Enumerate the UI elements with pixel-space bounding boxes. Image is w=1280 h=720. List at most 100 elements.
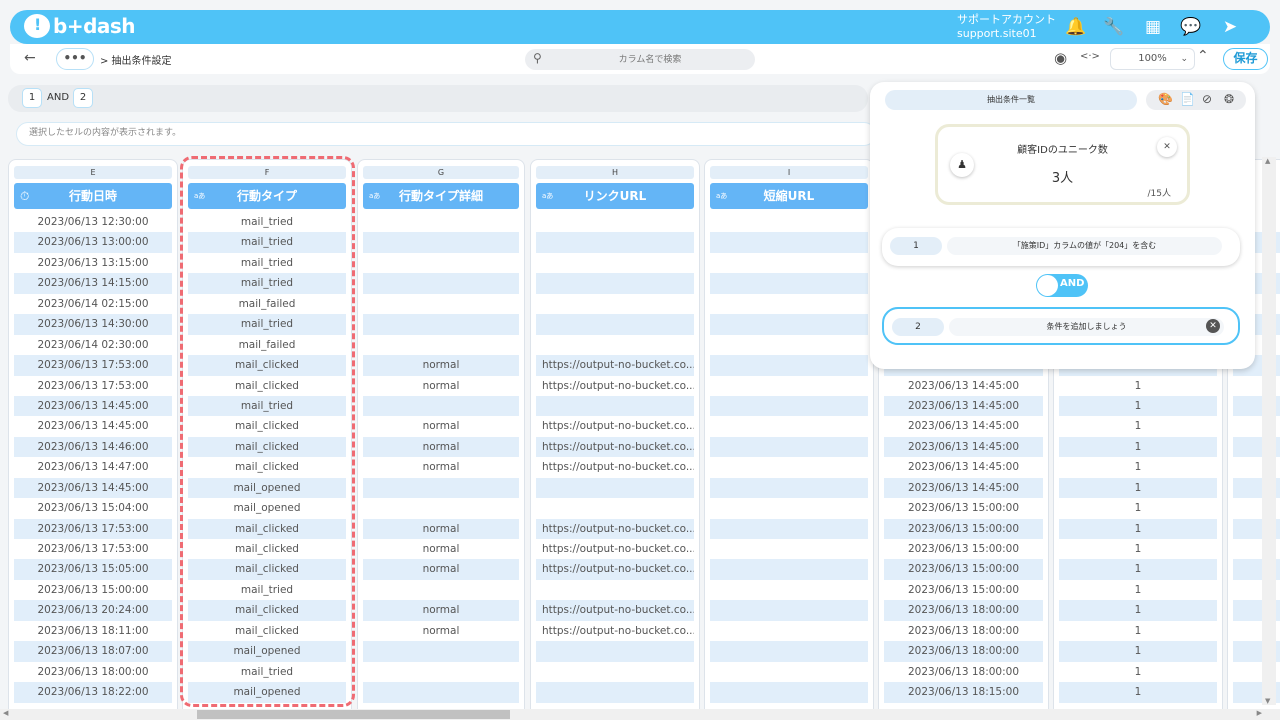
table-cell[interactable] [710,212,868,232]
table-cell[interactable] [710,518,868,539]
table-cell[interactable]: 2023/06/13 18:22:00 [14,682,172,703]
table-cell[interactable]: https://output-no-bucket.co... [536,436,694,458]
table-cell[interactable]: https://output-no-bucket.co... [536,539,694,559]
table-cell[interactable]: mail_tried [188,253,346,273]
table-cell[interactable]: mail_tried [188,212,346,232]
table-cell[interactable] [710,355,868,376]
table-cell[interactable] [710,232,868,253]
table-cell[interactable] [536,335,694,355]
apps-grid-icon[interactable]: ▦ [1142,16,1164,38]
column-letter[interactable]: G [363,166,519,179]
table-cell[interactable]: 2023/06/13 18:00:00 [884,621,1043,641]
table-cell[interactable]: 2023/06/13 14:45:00 [884,376,1043,396]
table-cell[interactable] [710,314,868,335]
chevron-up-icon[interactable]: ⌃ [1197,48,1209,64]
table-cell[interactable] [710,376,868,396]
table-cell[interactable]: 2023/06/13 15:00:00 [14,580,172,600]
table-cell[interactable]: 1 [1059,376,1217,396]
search-input[interactable] [555,51,745,68]
table-cell[interactable]: mail_clicked [188,559,346,580]
table-cell[interactable]: 2023/06/13 14:45:00 [884,477,1043,499]
column-header[interactable]: aあ 短縮URL [710,183,868,209]
scroll-left-icon[interactable]: ◀ [3,709,8,717]
table-cell[interactable]: 2023/06/13 17:53:00 [14,539,172,559]
table-cell[interactable] [363,395,519,417]
condition-row-2[interactable]: 2 条件を追加しましょう ✕ [882,307,1240,345]
table-cell[interactable]: 1 [1059,559,1217,580]
table-cell[interactable]: 2023/06/13 14:45:00 [14,477,172,499]
table-cell[interactable]: 2023/06/13 17:53:00 [14,376,172,396]
column-letter[interactable]: F [188,166,346,179]
column-header[interactable]: aあ 行動タイプ詳細 [363,183,519,209]
condition-chip-2[interactable]: 2 [73,88,93,108]
column-letter[interactable]: I [710,166,868,179]
bell-icon[interactable]: 🔔 [1065,16,1087,38]
table-cell[interactable]: 2023/06/13 17:53:00 [14,518,172,539]
table-cell[interactable] [710,682,868,703]
table-cell[interactable] [363,232,519,253]
table-cell[interactable]: 2023/06/13 18:00:00 [884,662,1043,682]
table-cell[interactable] [710,621,868,641]
table-cell[interactable]: 2023/06/13 17:53:00 [14,355,172,376]
column-header[interactable]: ⏱ 行動日時 [14,183,172,209]
column-header[interactable]: aあ リンクURL [536,183,694,209]
scroll-right-icon[interactable]: ▶ [1257,709,1262,717]
table-cell[interactable] [536,641,694,662]
table-cell[interactable]: 2023/06/13 15:00:00 [884,580,1043,600]
table-cell[interactable]: normal [363,376,519,396]
dots-circle-icon[interactable]: ❂ [1224,92,1234,106]
table-cell[interactable] [536,498,694,518]
table-cell[interactable]: 2023/06/13 15:00:00 [884,498,1043,518]
table-cell[interactable]: 2023/06/13 14:45:00 [884,457,1043,477]
table-cell[interactable]: 1 [1059,621,1217,641]
table-cell[interactable] [536,580,694,600]
table-cell[interactable]: 2023/06/13 14:45:00 [14,395,172,417]
table-cell[interactable]: 2023/06/13 18:00:00 [884,600,1043,621]
table-cell[interactable]: normal [363,539,519,559]
table-cell[interactable] [363,580,519,600]
table-cell[interactable] [536,314,694,335]
table-cell[interactable] [710,273,868,294]
table-cell[interactable]: mail_clicked [188,355,346,376]
scroll-up-icon[interactable]: ▲ [1265,157,1270,165]
table-cell[interactable] [363,498,519,518]
table-cell[interactable] [536,294,694,314]
table-cell[interactable]: https://output-no-bucket.co... [536,457,694,477]
table-cell[interactable]: 2023/06/13 15:00:00 [884,518,1043,539]
table-cell[interactable] [710,294,868,314]
table-cell[interactable]: 1 [1059,498,1217,518]
table-cell[interactable]: mail_clicked [188,376,346,396]
table-cell[interactable] [536,273,694,294]
table-cell[interactable] [710,416,868,436]
table-cell[interactable] [710,580,868,600]
table-cell[interactable]: mail_clicked [188,518,346,539]
back-button[interactable]: ← [24,50,36,66]
table-cell[interactable] [710,498,868,518]
table-cell[interactable] [536,212,694,232]
table-cell[interactable]: 1 [1059,457,1217,477]
table-cell[interactable]: 1 [1059,600,1217,621]
table-cell[interactable]: 1 [1059,641,1217,662]
scroll-down-icon[interactable]: ▼ [1265,697,1270,705]
table-cell[interactable]: 2023/06/13 18:07:00 [14,641,172,662]
scroll-thumb[interactable] [197,710,510,719]
table-cell[interactable] [710,395,868,417]
table-cell[interactable]: 2023/06/14 02:30:00 [14,335,172,355]
table-cell[interactable]: 2023/06/13 18:00:00 [884,641,1043,662]
table-cell[interactable]: mail_opened [188,477,346,499]
document-icon[interactable]: 📄 [1180,92,1195,106]
condition-chip-1[interactable]: 1 [22,88,42,108]
table-cell[interactable]: 1 [1059,416,1217,436]
table-cell[interactable]: mail_clicked [188,436,346,458]
vertical-scrollbar[interactable]: ▲ ▼ [1262,157,1276,705]
table-cell[interactable] [710,559,868,580]
table-cell[interactable] [363,662,519,682]
and-toggle[interactable]: AND [1036,274,1088,297]
table-cell[interactable]: 2023/06/13 14:46:00 [14,436,172,458]
table-cell[interactable]: 2023/06/14 02:15:00 [14,294,172,314]
table-cell[interactable]: 2023/06/13 15:04:00 [14,498,172,518]
table-cell[interactable]: 2023/06/13 14:30:00 [14,314,172,335]
table-cell[interactable]: normal [363,436,519,458]
table-cell[interactable]: 2023/06/13 14:47:00 [14,457,172,477]
column-header[interactable]: aあ 行動タイプ [188,183,346,209]
